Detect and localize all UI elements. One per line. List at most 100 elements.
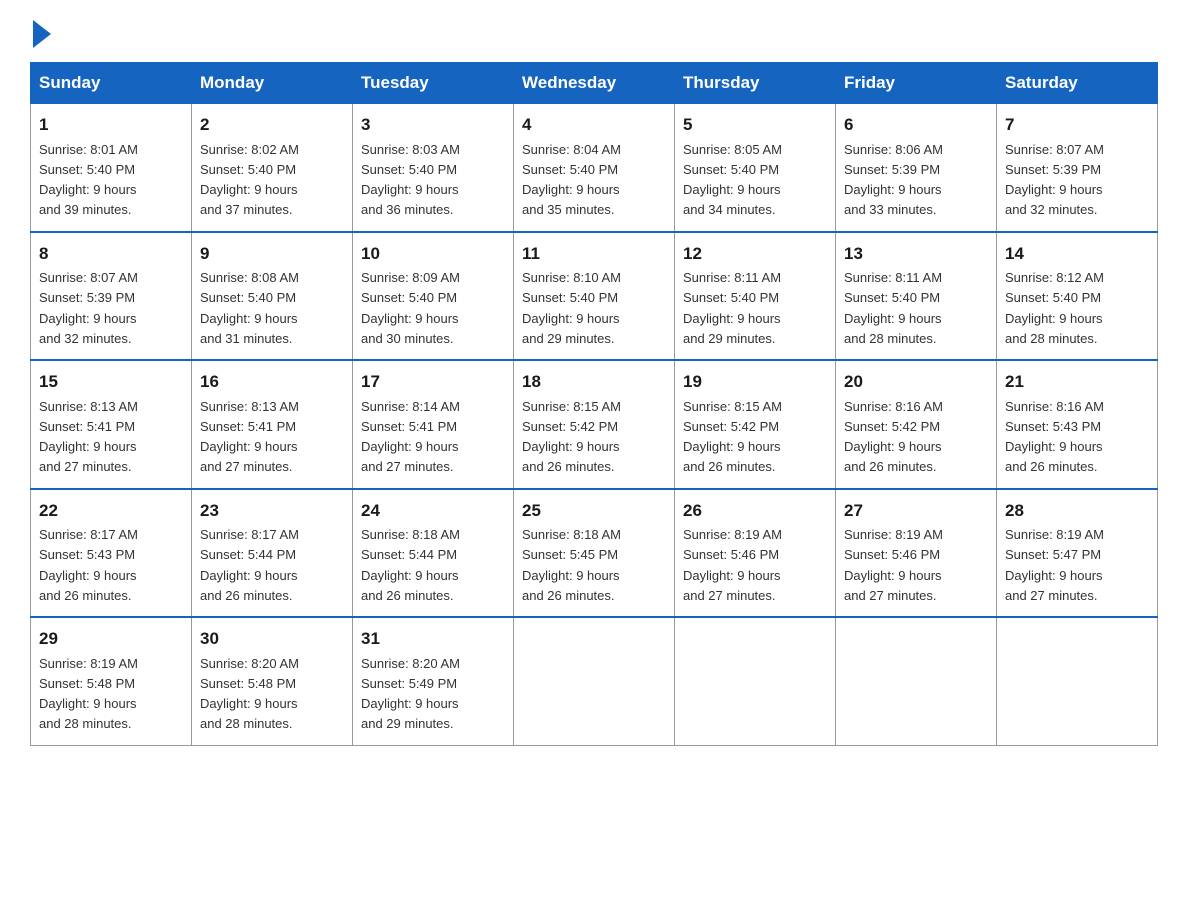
day-info: Sunrise: 8:16 AMSunset: 5:42 PMDaylight:… [844,399,943,475]
day-number: 9 [200,241,344,267]
logo [30,20,51,44]
calendar-week-row-3: 15 Sunrise: 8:13 AMSunset: 5:41 PMDaylig… [31,360,1158,489]
logo-arrow-icon [33,20,51,48]
day-info: Sunrise: 8:07 AMSunset: 5:39 PMDaylight:… [1005,142,1104,218]
logo-blue-text [30,20,51,44]
calendar-cell: 3 Sunrise: 8:03 AMSunset: 5:40 PMDayligh… [353,104,514,232]
day-number: 27 [844,498,988,524]
day-info: Sunrise: 8:10 AMSunset: 5:40 PMDaylight:… [522,270,621,346]
calendar-cell: 6 Sunrise: 8:06 AMSunset: 5:39 PMDayligh… [836,104,997,232]
day-info: Sunrise: 8:05 AMSunset: 5:40 PMDaylight:… [683,142,782,218]
day-number: 11 [522,241,666,267]
day-info: Sunrise: 8:02 AMSunset: 5:40 PMDaylight:… [200,142,299,218]
calendar-cell: 2 Sunrise: 8:02 AMSunset: 5:40 PMDayligh… [192,104,353,232]
day-info: Sunrise: 8:18 AMSunset: 5:45 PMDaylight:… [522,527,621,603]
day-info: Sunrise: 8:03 AMSunset: 5:40 PMDaylight:… [361,142,460,218]
day-number: 2 [200,112,344,138]
calendar-cell [514,617,675,745]
day-number: 15 [39,369,183,395]
calendar-cell: 8 Sunrise: 8:07 AMSunset: 5:39 PMDayligh… [31,232,192,361]
day-number: 24 [361,498,505,524]
day-number: 31 [361,626,505,652]
calendar-cell: 1 Sunrise: 8:01 AMSunset: 5:40 PMDayligh… [31,104,192,232]
day-number: 13 [844,241,988,267]
day-info: Sunrise: 8:13 AMSunset: 5:41 PMDaylight:… [39,399,138,475]
day-number: 23 [200,498,344,524]
calendar-cell: 5 Sunrise: 8:05 AMSunset: 5:40 PMDayligh… [675,104,836,232]
day-info: Sunrise: 8:19 AMSunset: 5:46 PMDaylight:… [683,527,782,603]
day-number: 5 [683,112,827,138]
weekday-header-tuesday: Tuesday [353,63,514,104]
calendar-cell: 27 Sunrise: 8:19 AMSunset: 5:46 PMDaylig… [836,489,997,618]
day-info: Sunrise: 8:06 AMSunset: 5:39 PMDaylight:… [844,142,943,218]
calendar-cell: 29 Sunrise: 8:19 AMSunset: 5:48 PMDaylig… [31,617,192,745]
calendar-cell: 25 Sunrise: 8:18 AMSunset: 5:45 PMDaylig… [514,489,675,618]
day-info: Sunrise: 8:04 AMSunset: 5:40 PMDaylight:… [522,142,621,218]
calendar-week-row-4: 22 Sunrise: 8:17 AMSunset: 5:43 PMDaylig… [31,489,1158,618]
calendar-week-row-2: 8 Sunrise: 8:07 AMSunset: 5:39 PMDayligh… [31,232,1158,361]
weekday-header-friday: Friday [836,63,997,104]
day-number: 10 [361,241,505,267]
day-info: Sunrise: 8:20 AMSunset: 5:48 PMDaylight:… [200,656,299,732]
day-info: Sunrise: 8:15 AMSunset: 5:42 PMDaylight:… [683,399,782,475]
calendar-cell: 11 Sunrise: 8:10 AMSunset: 5:40 PMDaylig… [514,232,675,361]
day-number: 6 [844,112,988,138]
calendar-cell [997,617,1158,745]
calendar-cell: 17 Sunrise: 8:14 AMSunset: 5:41 PMDaylig… [353,360,514,489]
day-info: Sunrise: 8:20 AMSunset: 5:49 PMDaylight:… [361,656,460,732]
calendar-cell: 22 Sunrise: 8:17 AMSunset: 5:43 PMDaylig… [31,489,192,618]
day-number: 30 [200,626,344,652]
day-number: 19 [683,369,827,395]
day-number: 22 [39,498,183,524]
calendar-cell: 16 Sunrise: 8:13 AMSunset: 5:41 PMDaylig… [192,360,353,489]
day-info: Sunrise: 8:14 AMSunset: 5:41 PMDaylight:… [361,399,460,475]
day-number: 8 [39,241,183,267]
day-info: Sunrise: 8:17 AMSunset: 5:43 PMDaylight:… [39,527,138,603]
day-number: 14 [1005,241,1149,267]
weekday-header-saturday: Saturday [997,63,1158,104]
day-number: 12 [683,241,827,267]
calendar-cell: 21 Sunrise: 8:16 AMSunset: 5:43 PMDaylig… [997,360,1158,489]
calendar-cell: 23 Sunrise: 8:17 AMSunset: 5:44 PMDaylig… [192,489,353,618]
calendar-cell: 30 Sunrise: 8:20 AMSunset: 5:48 PMDaylig… [192,617,353,745]
day-number: 1 [39,112,183,138]
day-info: Sunrise: 8:15 AMSunset: 5:42 PMDaylight:… [522,399,621,475]
day-info: Sunrise: 8:07 AMSunset: 5:39 PMDaylight:… [39,270,138,346]
day-number: 16 [200,369,344,395]
day-number: 26 [683,498,827,524]
calendar-table: SundayMondayTuesdayWednesdayThursdayFrid… [30,62,1158,746]
day-info: Sunrise: 8:12 AMSunset: 5:40 PMDaylight:… [1005,270,1104,346]
day-info: Sunrise: 8:18 AMSunset: 5:44 PMDaylight:… [361,527,460,603]
weekday-header-thursday: Thursday [675,63,836,104]
day-number: 3 [361,112,505,138]
calendar-cell: 18 Sunrise: 8:15 AMSunset: 5:42 PMDaylig… [514,360,675,489]
calendar-cell: 24 Sunrise: 8:18 AMSunset: 5:44 PMDaylig… [353,489,514,618]
day-info: Sunrise: 8:19 AMSunset: 5:47 PMDaylight:… [1005,527,1104,603]
weekday-header-monday: Monday [192,63,353,104]
page-header [30,20,1158,44]
day-info: Sunrise: 8:13 AMSunset: 5:41 PMDaylight:… [200,399,299,475]
calendar-cell: 31 Sunrise: 8:20 AMSunset: 5:49 PMDaylig… [353,617,514,745]
day-info: Sunrise: 8:19 AMSunset: 5:46 PMDaylight:… [844,527,943,603]
calendar-cell: 13 Sunrise: 8:11 AMSunset: 5:40 PMDaylig… [836,232,997,361]
calendar-cell: 7 Sunrise: 8:07 AMSunset: 5:39 PMDayligh… [997,104,1158,232]
calendar-week-row-1: 1 Sunrise: 8:01 AMSunset: 5:40 PMDayligh… [31,104,1158,232]
day-number: 7 [1005,112,1149,138]
calendar-cell [675,617,836,745]
day-info: Sunrise: 8:11 AMSunset: 5:40 PMDaylight:… [844,270,942,346]
weekday-header-sunday: Sunday [31,63,192,104]
calendar-cell: 19 Sunrise: 8:15 AMSunset: 5:42 PMDaylig… [675,360,836,489]
calendar-cell: 9 Sunrise: 8:08 AMSunset: 5:40 PMDayligh… [192,232,353,361]
calendar-week-row-5: 29 Sunrise: 8:19 AMSunset: 5:48 PMDaylig… [31,617,1158,745]
calendar-cell: 20 Sunrise: 8:16 AMSunset: 5:42 PMDaylig… [836,360,997,489]
day-info: Sunrise: 8:16 AMSunset: 5:43 PMDaylight:… [1005,399,1104,475]
calendar-cell: 28 Sunrise: 8:19 AMSunset: 5:47 PMDaylig… [997,489,1158,618]
calendar-cell: 10 Sunrise: 8:09 AMSunset: 5:40 PMDaylig… [353,232,514,361]
day-info: Sunrise: 8:08 AMSunset: 5:40 PMDaylight:… [200,270,299,346]
calendar-cell: 4 Sunrise: 8:04 AMSunset: 5:40 PMDayligh… [514,104,675,232]
calendar-cell: 12 Sunrise: 8:11 AMSunset: 5:40 PMDaylig… [675,232,836,361]
day-info: Sunrise: 8:11 AMSunset: 5:40 PMDaylight:… [683,270,781,346]
calendar-cell: 26 Sunrise: 8:19 AMSunset: 5:46 PMDaylig… [675,489,836,618]
calendar-cell: 14 Sunrise: 8:12 AMSunset: 5:40 PMDaylig… [997,232,1158,361]
day-info: Sunrise: 8:01 AMSunset: 5:40 PMDaylight:… [39,142,138,218]
